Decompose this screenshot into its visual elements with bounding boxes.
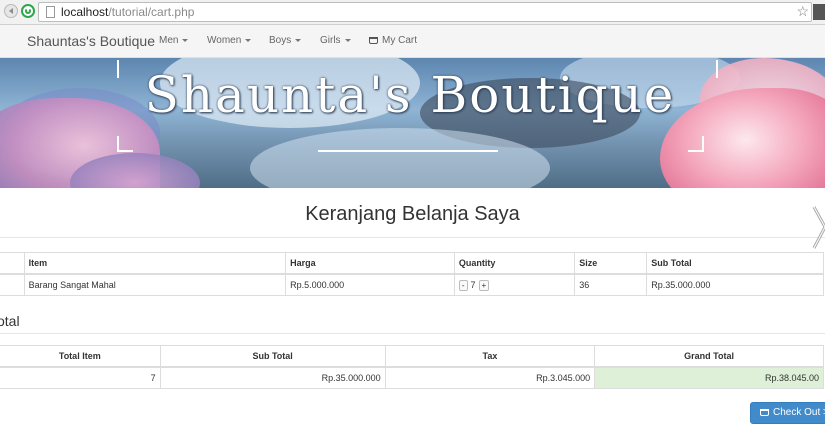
- totals-header-sub-total: Sub Total: [159, 345, 386, 368]
- checkout-button[interactable]: Check Out >>: [750, 402, 825, 424]
- cart-header-item: Item: [23, 252, 287, 275]
- nav-men-label: Men: [159, 35, 179, 46]
- totals-header-grand-total: Grand Total: [594, 345, 824, 368]
- totals-header-total-item: Total Item: [0, 345, 161, 368]
- brand-link[interactable]: Shauntas's Boutique: [27, 33, 155, 49]
- cart-header-row: Item Harga Quantity Size Sub Total: [0, 252, 824, 275]
- divider: [0, 333, 825, 334]
- banner-frame: [688, 136, 704, 152]
- cart-item-size: 36: [574, 273, 648, 296]
- nav-men[interactable]: Men: [159, 35, 189, 46]
- divider: [0, 237, 825, 238]
- cart-header-index: [0, 252, 25, 275]
- banner-title: Shaunta's Boutique: [144, 66, 676, 124]
- cart-header-quantity: Quantity: [453, 252, 576, 275]
- checkout-label: Check Out >>: [773, 407, 825, 418]
- cart-item-price: Rp.5.000.000: [285, 273, 455, 296]
- bookmark-star-icon[interactable]: ☆: [796, 3, 809, 20]
- url-path: /tutorial/cart.php: [108, 5, 195, 19]
- reload-icon[interactable]: [21, 4, 35, 18]
- caret-down-icon: [295, 38, 302, 42]
- banner-underline: [318, 150, 498, 152]
- shopping-cart-icon: [369, 37, 378, 44]
- header-banner: Shaunta's Boutique: [0, 58, 825, 188]
- table-row: Barang Sangat Mahal Rp.5.000.000 -7 + 36 …: [0, 273, 824, 296]
- cart-header-price: Harga: [285, 252, 455, 275]
- nav-boys-label: Boys: [269, 35, 292, 46]
- qty-value: 7: [470, 279, 476, 290]
- qty-decrease-button[interactable]: -: [458, 279, 468, 291]
- totals-table: Total Item Sub Total Tax Grand Total 7 R…: [0, 345, 824, 389]
- table-cell: [0, 273, 25, 296]
- nav-women-label: Women: [207, 35, 242, 46]
- cart-table: Item Harga Quantity Size Sub Total Baran…: [0, 252, 824, 296]
- nav-girls[interactable]: Girls: [320, 35, 351, 46]
- page-icon: [46, 6, 55, 18]
- browser-toolbar: localhost/tutorial/cart.php ☆: [0, 0, 825, 25]
- caret-down-icon: [344, 38, 351, 42]
- url-text[interactable]: localhost/tutorial/cart.php: [61, 5, 194, 19]
- totals-tax: Rp.3.045.000: [384, 366, 596, 389]
- caret-down-icon: [182, 38, 189, 42]
- cart-item-subtotal: Rp.35.000.000: [646, 273, 824, 296]
- address-bar[interactable]: localhost/tutorial/cart.php ☆: [38, 2, 812, 22]
- totals-header-tax: Tax: [384, 345, 596, 368]
- site-navbar: Shauntas's Boutique Men Women Boys Girls…: [0, 25, 825, 58]
- totals-header-row: Total Item Sub Total Tax Grand Total: [0, 345, 824, 368]
- cart-header-size: Size: [574, 252, 648, 275]
- cart-item-quantity: -7 +: [453, 273, 576, 296]
- nav-my-cart[interactable]: My Cart: [369, 35, 417, 46]
- back-button-icon[interactable]: [4, 4, 18, 18]
- table-row: 7 Rp.35.000.000 Rp.3.045.000 Rp.38.045.0…: [0, 366, 824, 389]
- totals-sub-total: Rp.35.000.000: [159, 366, 386, 389]
- nav-boys[interactable]: Boys: [269, 35, 302, 46]
- cart-item-name: Barang Sangat Mahal: [23, 273, 287, 296]
- page-title: Keranjang Belanja Saya: [305, 203, 520, 225]
- banner-frame: [702, 60, 718, 78]
- banner-frame: [117, 136, 133, 152]
- chevron-right-icon[interactable]: [812, 205, 825, 250]
- totals-total-item: 7: [0, 366, 161, 389]
- nav-women[interactable]: Women: [207, 35, 252, 46]
- shopping-cart-icon: [760, 409, 769, 416]
- url-host: localhost: [61, 5, 109, 19]
- extension-icon[interactable]: [813, 4, 825, 20]
- caret-down-icon: [245, 38, 252, 42]
- totals-grand-total: Rp.38.045.00: [594, 366, 824, 389]
- cart-header-subtotal: Sub Total: [646, 252, 824, 275]
- nav-my-cart-label: My Cart: [382, 35, 417, 46]
- qty-increase-button[interactable]: +: [478, 279, 490, 291]
- totals-heading: otal: [0, 313, 20, 329]
- nav-girls-label: Girls: [320, 35, 341, 46]
